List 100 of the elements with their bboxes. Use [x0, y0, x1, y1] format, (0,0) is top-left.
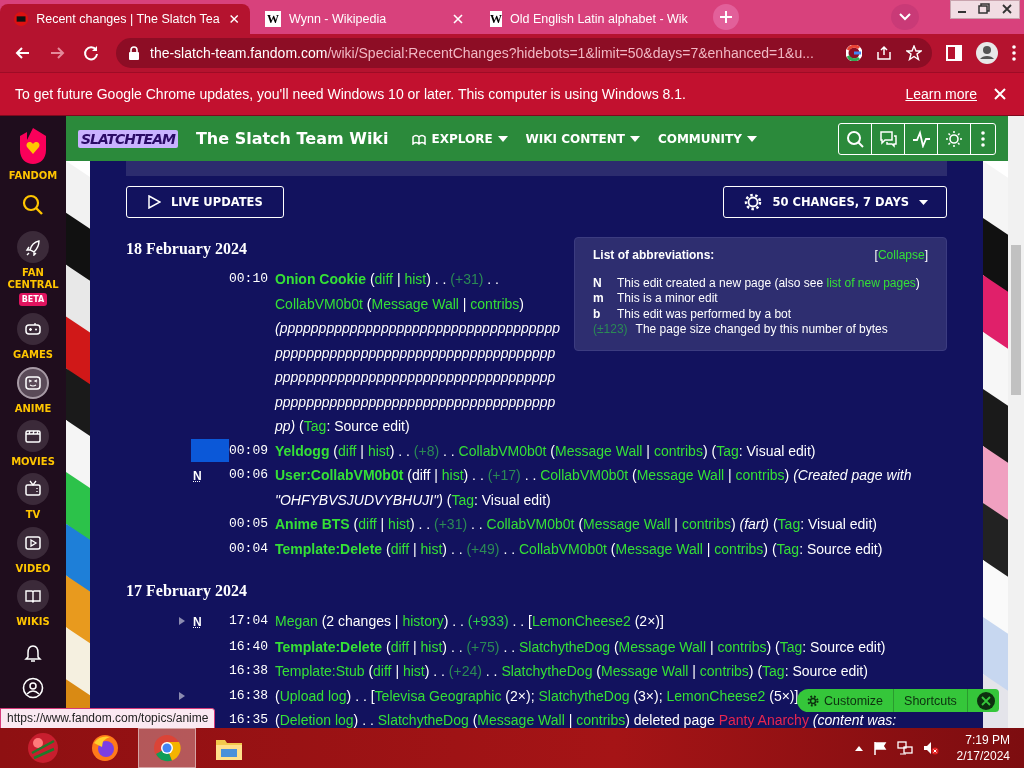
- show-hidden-icon[interactable]: [854, 745, 863, 751]
- menu-icon[interactable]: [1012, 45, 1016, 61]
- link[interactable]: diff: [358, 516, 377, 532]
- link[interactable]: hist: [404, 271, 427, 287]
- link[interactable]: hist: [441, 467, 464, 483]
- rail-label[interactable]: FAN CENTRAL: [0, 266, 66, 291]
- scrollbar[interactable]: [1008, 116, 1024, 728]
- browser-tab[interactable]: W Old English Latin alphabet - Wik: [476, 4, 700, 34]
- wiki-title[interactable]: The Slatch Team Wiki: [195, 129, 389, 148]
- link[interactable]: LemonCheese2: [531, 613, 631, 629]
- rail-label[interactable]: TV: [25, 509, 41, 522]
- live-updates-button[interactable]: LIVE UPDATES: [126, 186, 284, 218]
- page-link[interactable]: Anime BTS: [275, 516, 350, 532]
- nav-menu[interactable]: COMMUNITY: [657, 131, 757, 146]
- browser-tab[interactable]: W Wynn - Wikipedia: [251, 4, 475, 34]
- link[interactable]: Message Wall: [583, 516, 671, 532]
- page-link[interactable]: Onion Cookie: [275, 271, 366, 287]
- rail-label[interactable]: VIDEO: [15, 562, 51, 575]
- page-link[interactable]: Yeldogg: [275, 442, 330, 459]
- link[interactable]: diff: [390, 540, 410, 557]
- link[interactable]: SlatchytheDog: [519, 638, 611, 655]
- link[interactable]: Message Wall: [477, 712, 565, 728]
- page-link[interactable]: Template:Delete: [275, 540, 383, 557]
- close-icon[interactable]: [451, 12, 465, 26]
- link[interactable]: Tag: [716, 442, 739, 459]
- link[interactable]: history: [402, 613, 444, 629]
- link[interactable]: hist: [388, 516, 410, 532]
- rail-label[interactable]: MOVIES: [11, 456, 55, 469]
- link[interactable]: hist: [402, 663, 425, 679]
- expand-triangle-icon[interactable]: [179, 691, 185, 700]
- link[interactable]: CollabVM0b0t: [519, 540, 607, 557]
- link[interactable]: Message Wall: [618, 638, 706, 655]
- clock[interactable]: 7:19 PM 2/17/2024: [956, 732, 1010, 764]
- rail-icon-button[interactable]: [17, 473, 49, 506]
- flag-icon[interactable]: [872, 741, 887, 755]
- bell-icon[interactable]: [24, 643, 42, 664]
- toolbar-button[interactable]: Shortcuts: [894, 689, 968, 712]
- link[interactable]: contribs: [714, 540, 764, 557]
- link[interactable]: contribs: [699, 663, 749, 679]
- address-bar[interactable]: the-slatch-team.fandom.com/wiki/Special:RecentChanges?hidebots=1&limit=50&days=7&enhanced=1&u...: [116, 38, 932, 68]
- filter-button[interactable]: 50 CHANGES, 7 DAYS: [723, 186, 947, 218]
- link[interactable]: SlatchytheDog: [501, 663, 593, 679]
- speaker-muted-icon[interactable]: [922, 741, 939, 755]
- side-panel-icon[interactable]: [946, 45, 962, 61]
- close-icon[interactable]: [993, 87, 1007, 101]
- link[interactable]: Tag: [451, 491, 474, 508]
- close-icon[interactable]: [975, 690, 996, 711]
- link[interactable]: diff: [373, 663, 392, 679]
- link[interactable]: SlatchytheDog: [377, 712, 469, 728]
- link[interactable]: CollabVM0b0t: [540, 467, 629, 483]
- link[interactable]: diff: [374, 271, 393, 287]
- link[interactable]: contribs: [576, 712, 626, 728]
- link[interactable]: CollabVM0b0t: [275, 295, 363, 312]
- link[interactable]: Tag: [762, 663, 785, 679]
- link[interactable]: Message Wall: [636, 467, 725, 483]
- page-link[interactable]: User:CollabVM0b0t: [275, 467, 404, 483]
- rail-label[interactable]: ANIME: [14, 402, 52, 415]
- link[interactable]: CollabVM0b0t: [486, 516, 575, 532]
- rail-icon-button[interactable]: [17, 230, 49, 263]
- link[interactable]: Megan: [275, 613, 318, 629]
- link[interactable]: Upload log: [279, 687, 347, 704]
- link[interactable]: contribs: [653, 442, 703, 459]
- link[interactable]: contribs: [735, 467, 785, 483]
- page-link[interactable]: Template:Delete: [275, 638, 383, 655]
- link[interactable]: SlatchytheDog: [538, 687, 630, 704]
- network-icon[interactable]: [896, 741, 913, 755]
- link[interactable]: diff: [390, 638, 410, 655]
- tab-search-button[interactable]: [891, 4, 919, 30]
- rail-icon-button[interactable]: [17, 580, 49, 613]
- link[interactable]: Message Wall: [601, 663, 689, 679]
- rail-label[interactable]: WIKIS: [16, 616, 50, 629]
- link[interactable]: hist: [367, 442, 390, 459]
- taskbar-button[interactable]: [138, 728, 196, 768]
- link[interactable]: list of new pages: [826, 275, 916, 290]
- toolbar-button[interactable]: Customize: [797, 689, 895, 712]
- link[interactable]: hist: [420, 540, 443, 557]
- link[interactable]: Tag: [776, 540, 800, 557]
- rail-label[interactable]: GAMES: [13, 349, 53, 362]
- link[interactable]: Message Wall: [615, 540, 703, 557]
- profile-icon[interactable]: [976, 42, 998, 64]
- rail-icon-button[interactable]: [17, 313, 49, 346]
- nav-menu[interactable]: WIKI CONTENT: [525, 131, 640, 146]
- wiki-logo[interactable]: SLATCHTEAM: [78, 129, 178, 148]
- link[interactable]: Message Wall: [371, 295, 459, 312]
- browser-tab[interactable]: Recent changes | The Slatch Tea: [0, 4, 250, 34]
- link[interactable]: CollabVM0b0t: [458, 442, 547, 459]
- start-orb-icon[interactable]: [26, 731, 60, 765]
- new-tab-button[interactable]: [713, 4, 739, 30]
- link[interactable]: contribs: [681, 516, 731, 532]
- firefox-icon[interactable]: [90, 733, 120, 763]
- rail-icon-button[interactable]: [17, 366, 49, 399]
- link[interactable]: contribs: [717, 638, 767, 655]
- star-icon[interactable]: [906, 45, 922, 61]
- user-icon[interactable]: [22, 676, 44, 699]
- link[interactable]: diff: [338, 442, 357, 459]
- link[interactable]: Televisa Geographic: [374, 687, 502, 704]
- link[interactable]: Template:Stub: [275, 663, 365, 679]
- link[interactable]: hist: [420, 638, 443, 655]
- rail-icon-button[interactable]: [17, 526, 49, 559]
- rail-icon-button[interactable]: [17, 420, 49, 453]
